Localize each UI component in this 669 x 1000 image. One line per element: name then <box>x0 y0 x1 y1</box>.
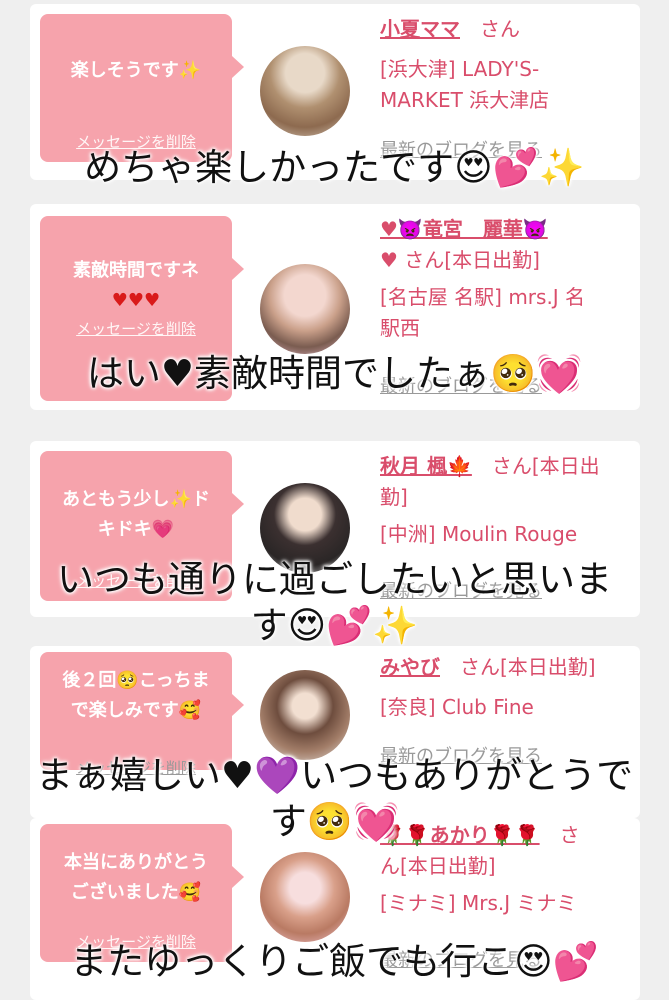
message-text: あともう少し✨ド <box>62 489 210 510</box>
message-text: 本当にありがとう <box>64 852 208 873</box>
overlay-caption-cont: す🥺💓 <box>269 800 400 843</box>
shop-name: [中洲] Moulin Rouge <box>380 522 578 546</box>
overlay-caption: めちゃ楽しかったです😍💕✨ <box>84 146 585 189</box>
overlay-caption: いつも通りに過ごしたいと思いま <box>57 558 612 601</box>
overlay-caption-cont: す😍💕✨ <box>250 604 419 647</box>
honorific-cont: 勤] <box>380 485 408 509</box>
message-text-cont: キドキ💗 <box>97 519 175 540</box>
avatar[interactable] <box>260 46 350 136</box>
honorific: さん[本日出 <box>491 454 600 478</box>
message-text-cont: ございました🥰 <box>70 882 202 903</box>
honorific: さん <box>480 17 520 41</box>
user-info: 秋月 楓🍁 さん[本日出 勤] [中洲] Moulin Rouge <box>380 451 630 550</box>
overlay-caption: またゆっくりご飯でも行こ😍💕 <box>70 940 599 983</box>
user-info: 小夏ママ さん [浜大津] LADY'S- MARKET 浜大津店 <box>380 14 630 116</box>
shop-name: [名古屋 名駅] mrs.J 名 <box>380 285 586 309</box>
message-bubble: 後２回🥺こっちま で楽しみです🥰 メッセージを削除 <box>40 652 244 777</box>
avatar[interactable] <box>260 670 350 760</box>
shop-name-cont: 駅西 <box>380 316 420 340</box>
honorific: ♥ さん[本日出勤] <box>380 248 540 272</box>
honorific-cont: ん[本日出勤] <box>380 854 496 878</box>
overlay-caption: はい♥素敵時間でしたぁ🥺💓 <box>86 352 583 395</box>
user-name[interactable]: 秋月 楓🍁 <box>380 454 472 478</box>
delete-message-link[interactable]: メッセージを削除 <box>40 318 232 339</box>
message-text-cont: で楽しみです🥰 <box>70 700 202 721</box>
user-info: ♥👿竜宮 麗華👿 ♥ さん[本日出勤] [名古屋 名駅] mrs.J 名 駅西 <box>380 214 630 344</box>
user-name[interactable]: ♥👿竜宮 麗華👿 <box>380 217 548 241</box>
user-info: みやび さん[本日出勤] [奈良] Club Fine <box>380 652 630 723</box>
shop-name: [ミナミ] Mrs.J ミナミ <box>380 891 577 915</box>
avatar[interactable] <box>260 852 350 942</box>
honorific: さん[本日出勤] <box>460 655 596 679</box>
message-text: 素敵時間ですネ <box>73 260 199 281</box>
avatar[interactable] <box>260 264 350 354</box>
user-name[interactable]: みやび <box>380 655 440 679</box>
shop-name-cont: MARKET 浜大津店 <box>380 88 550 112</box>
message-text: 楽しそうです✨ <box>70 60 202 81</box>
message-text: 後２回🥺こっちま <box>62 670 210 691</box>
overlay-caption: まぁ嬉しい♥💜いつもありがとうで <box>35 754 634 797</box>
message-bubble: 楽しそうです✨ メッセージを削除 <box>40 14 244 162</box>
message-text-hearts: ♥♥♥ <box>111 290 161 311</box>
user-name[interactable]: 小夏ママ <box>380 17 460 41</box>
shop-name: [浜大津] LADY'S- <box>380 57 540 81</box>
shop-name: [奈良] Club Fine <box>380 695 534 719</box>
